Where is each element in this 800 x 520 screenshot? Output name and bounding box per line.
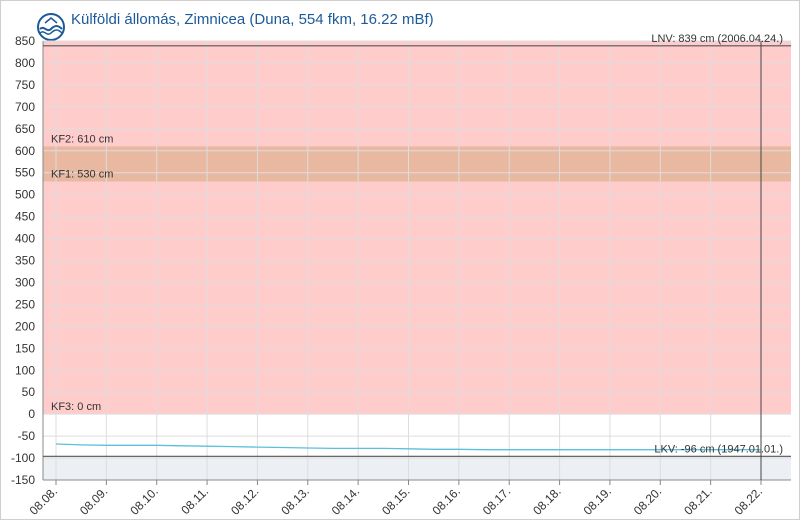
x-tick-label: 08.13. (278, 484, 311, 517)
danger-zone (43, 41, 791, 415)
y-tick-label: 700 (15, 100, 35, 114)
y-tick-label: 450 (15, 210, 35, 224)
x-tick-label: 08.08. (27, 484, 60, 517)
zone-label-3: KF3: 0 cm (51, 401, 101, 413)
y-tick-label: 400 (15, 232, 35, 246)
y-tick-label: -50 (18, 429, 36, 443)
y-tick-label: 750 (15, 78, 35, 92)
y-tick-label: 850 (15, 34, 35, 48)
y-tick-label: 300 (15, 275, 35, 289)
lnv-record-label: LNV: 839 cm (2006.04.24.) (651, 33, 783, 45)
y-tick-label: 650 (15, 122, 35, 136)
x-tick-label: 08.14. (329, 484, 362, 517)
y-axis: 8508007507006506005505004504003503002502… (11, 34, 44, 487)
grid-layer (43, 40, 791, 481)
y-tick-label: -150 (11, 473, 35, 487)
y-tick-label: 200 (15, 319, 35, 333)
kf-band (43, 146, 791, 182)
zone-label-1: KF2: 610 cm (51, 133, 113, 145)
y-tick-label: 500 (15, 188, 35, 202)
y-tick-label: 150 (15, 341, 35, 355)
x-tick-label: 08.10. (127, 484, 160, 517)
y-tick-label: 250 (15, 297, 35, 311)
x-tick-label: 08.12. (228, 484, 261, 517)
zone-label-2: KF1: 530 cm (51, 168, 113, 180)
low-zone (43, 456, 791, 480)
x-tick-label: 08.17. (480, 484, 513, 517)
y-tick-label: 600 (15, 144, 35, 158)
y-tick-label: 100 (15, 363, 35, 377)
x-tick-label: 08.16. (429, 484, 462, 517)
x-tick-label: 08.09. (77, 484, 110, 517)
chart-frame: Külföldi állomás, Zimnicea (Duna, 554 fk… (0, 0, 800, 520)
x-tick-label: 08.19. (581, 484, 614, 517)
y-tick-label: 800 (15, 56, 35, 70)
x-axis: 08.08. 08.09. 08.10. 08.11. 08.12. 08.13. 08.1… (27, 479, 791, 518)
x-tick-label: 08.18. (530, 484, 563, 517)
water-level-chart: 8508007507006506005505004504003503002502… (11, 33, 791, 518)
x-tick-label: 08.22. (732, 484, 765, 517)
y-tick-label: 50 (22, 385, 36, 399)
x-tick-label: 08.20. (631, 484, 664, 517)
y-tick-label: 550 (15, 166, 35, 180)
x-tick-label: 08.11. (178, 484, 211, 517)
x-tick-label: 08.15. (379, 484, 412, 517)
lkv-record-label: LKV: -96 cm (1947.01.01.) (654, 443, 783, 455)
x-tick-label: 08.21. (681, 484, 714, 517)
y-tick-label: 0 (28, 407, 35, 421)
y-tick-label: -100 (11, 451, 35, 465)
y-tick-label: 350 (15, 254, 35, 268)
